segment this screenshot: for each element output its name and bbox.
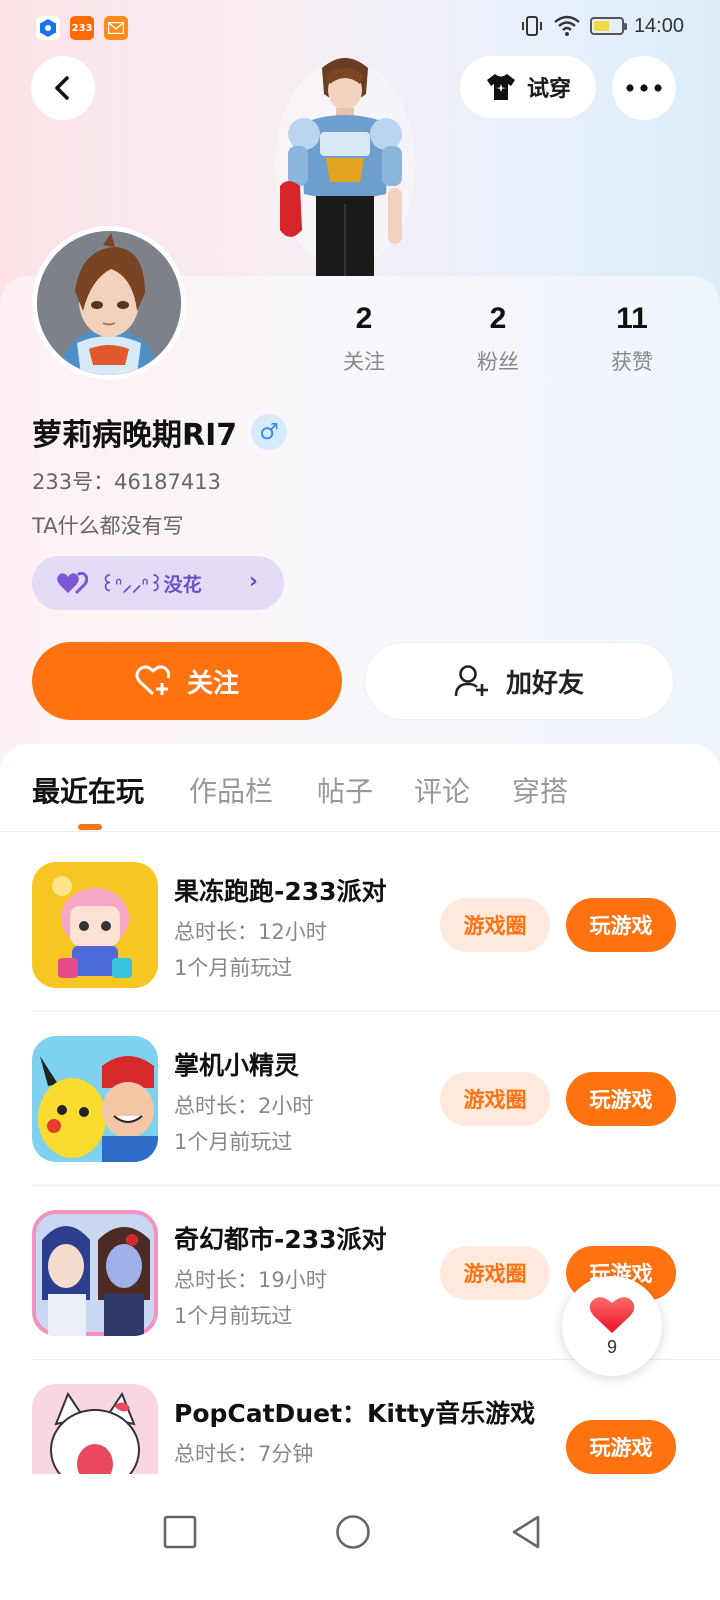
follow-label: 关注 xyxy=(186,668,239,699)
stat-likes-label: 获赞 xyxy=(611,350,653,374)
stat-followers-label: 粉丝 xyxy=(477,350,519,374)
tab-works[interactable]: 作品栏 xyxy=(189,770,273,810)
system-nav-bar xyxy=(0,1474,720,1600)
row-divider xyxy=(32,1185,720,1186)
nav-home-icon xyxy=(336,1515,370,1549)
more-icon xyxy=(626,84,662,92)
profile-tabs: 最近在玩 作品栏 帖子 评论 穿搭 xyxy=(0,760,720,832)
nav-recent-icon xyxy=(163,1515,197,1549)
status-bar: 233 14:00 xyxy=(0,0,720,56)
game-duration: 总时长：12小时 xyxy=(174,920,327,944)
app-233-icon: 233 xyxy=(70,16,94,40)
profile-nickname: 萝莉病晚期RI7 xyxy=(32,418,238,453)
tab-outfits[interactable]: 穿搭 xyxy=(512,770,568,810)
game-duration: 总时长：2小时 xyxy=(174,1094,314,1118)
back-button[interactable] xyxy=(31,56,95,120)
mail-icon xyxy=(104,16,128,40)
like-button[interactable]: 9 xyxy=(562,1276,662,1376)
nav-back-button[interactable] xyxy=(496,1502,556,1562)
game-title: PopCatDuet：Kitty音乐游戏 xyxy=(174,1399,536,1428)
gender-male-icon: ♂ xyxy=(251,414,288,450)
heart-icon xyxy=(589,1296,635,1333)
stat-following-label: 关注 xyxy=(343,350,385,374)
nav-back-icon xyxy=(512,1515,540,1549)
list-item[interactable]: 果冻跑跑-233派对 总时长：12小时 1个月前玩过 游戏圈 玩游戏 xyxy=(0,862,720,1036)
stat-likes[interactable]: 11 获赞 xyxy=(582,302,682,376)
tab-recent-played[interactable]: 最近在玩 xyxy=(32,770,144,810)
wifi-icon xyxy=(554,15,580,36)
avatar-image xyxy=(37,231,181,375)
game-title: 果冻跑跑-233派对 xyxy=(174,877,387,906)
status-time: 14:00 xyxy=(633,14,684,37)
tab-comments[interactable]: 评论 xyxy=(414,770,470,810)
stat-following-value: 2 xyxy=(355,302,373,335)
game-circle-button[interactable]: 游戏圈 xyxy=(440,1246,550,1300)
game-duration: 总时长：19小时 xyxy=(174,1268,327,1292)
nav-home-button[interactable] xyxy=(323,1502,383,1562)
stat-followers-value: 2 xyxy=(489,302,507,335)
status-right-icons: 14:00 xyxy=(520,14,684,38)
profile-bio: TA什么都没有写 xyxy=(32,514,184,538)
play-game-button[interactable]: 玩游戏 xyxy=(566,1072,676,1126)
active-tab-indicator xyxy=(78,824,102,830)
game-last-played: 1个月前玩过 xyxy=(174,956,293,980)
app-notification-icon xyxy=(36,16,60,40)
list-item[interactable]: 掌机小精灵 总时长：2小时 1个月前玩过 游戏圈 玩游戏 xyxy=(0,1036,720,1210)
game-circle-button[interactable]: 游戏圈 xyxy=(440,1072,550,1126)
more-button[interactable] xyxy=(612,56,676,120)
tshirt-icon xyxy=(486,74,515,100)
game-icon-jelly-run xyxy=(32,862,158,988)
back-arrow-icon xyxy=(55,76,69,100)
game-duration: 总时长：7分钟 xyxy=(174,1442,314,1466)
double-heart-icon xyxy=(57,572,88,594)
game-title: 奇幻都市-233派对 xyxy=(174,1225,387,1254)
hero-character-image xyxy=(270,54,420,276)
play-game-button[interactable]: 玩游戏 xyxy=(566,1420,676,1474)
profile-tag-text: ꒰ᐢ⸝⸝ᐢ꒱没花 xyxy=(100,573,202,596)
chevron-right-icon: › xyxy=(248,569,258,594)
stat-followers[interactable]: 2 粉丝 xyxy=(448,302,548,376)
follow-button[interactable]: 关注 xyxy=(32,642,342,720)
try-on-label: 试穿 xyxy=(526,77,571,102)
nav-recent-button[interactable] xyxy=(150,1502,210,1562)
status-left-icons: 233 xyxy=(36,16,128,40)
heart-plus-icon xyxy=(135,665,171,696)
stat-likes-value: 11 xyxy=(616,302,648,335)
add-friend-button[interactable]: 加好友 xyxy=(364,642,674,720)
profile-tag-pill[interactable]: ꒰ᐢ⸝⸝ᐢ꒱没花 › xyxy=(32,556,284,610)
game-circle-button[interactable]: 游戏圈 xyxy=(440,898,550,952)
game-icon-fantasy-city xyxy=(32,1210,158,1336)
profile-uid: 233号：46187413 xyxy=(32,470,221,494)
game-last-played: 1个月前玩过 xyxy=(174,1130,293,1154)
game-title: 掌机小精灵 xyxy=(174,1051,300,1080)
game-icon-pocket-elf xyxy=(32,1036,158,1162)
add-friend-label: 加好友 xyxy=(505,668,584,699)
try-on-button[interactable]: 试穿 xyxy=(460,56,596,118)
avatar[interactable] xyxy=(32,226,186,380)
battery-icon xyxy=(589,17,627,35)
game-last-played: 1个月前玩过 xyxy=(174,1304,293,1328)
row-divider xyxy=(32,1011,720,1012)
profile-nickname-row: 萝莉病晚期RI7 ♂ xyxy=(32,410,288,454)
like-count: 9 xyxy=(606,1336,617,1357)
stat-following[interactable]: 2 关注 xyxy=(314,302,414,376)
user-plus-icon xyxy=(454,665,488,697)
tab-posts[interactable]: 帖子 xyxy=(317,770,373,810)
play-game-button[interactable]: 玩游戏 xyxy=(566,898,676,952)
vibrate-icon xyxy=(521,16,542,36)
